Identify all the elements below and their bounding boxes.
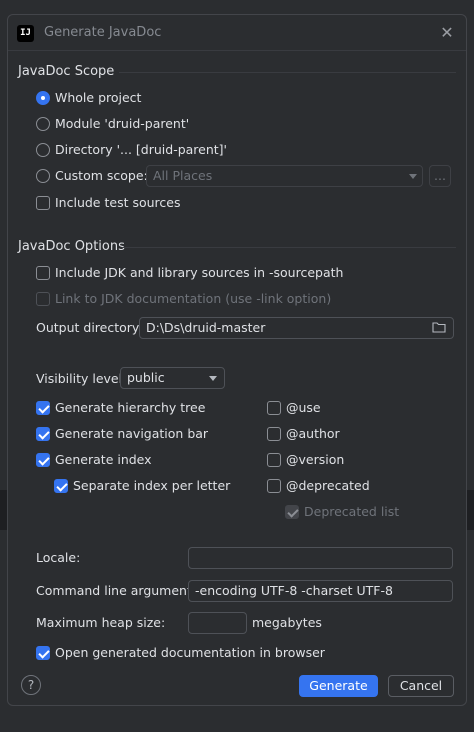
radio-module[interactable] <box>36 117 50 131</box>
use-tag-label[interactable]: @use <box>286 400 321 415</box>
generate-hierarchy-tree-checkbox[interactable] <box>36 401 50 415</box>
generate-button[interactable]: Generate <box>299 675 378 697</box>
chevron-down-icon <box>209 376 217 381</box>
custom-scope-value: All Places <box>153 168 213 183</box>
options-section-title: JavaDoc Options <box>18 239 125 254</box>
use-tag-checkbox[interactable] <box>267 401 281 415</box>
generate-navigation-bar-label[interactable]: Generate navigation bar <box>55 426 208 441</box>
version-tag-label[interactable]: @version <box>286 452 344 467</box>
visibility-level-value: public <box>127 370 165 385</box>
custom-scope-label[interactable]: Custom scope: <box>55 168 148 183</box>
window-title: Generate JavaDoc <box>44 25 162 40</box>
command-line-arguments-label: Command line arguments: <box>36 583 203 598</box>
deprecated-tag-checkbox[interactable] <box>267 479 281 493</box>
custom-scope-browse-button[interactable]: ... <box>429 165 451 187</box>
scope-section-title: JavaDoc Scope <box>18 64 115 79</box>
include-test-sources-label[interactable]: Include test sources <box>55 195 180 210</box>
module-label[interactable]: Module 'druid-parent' <box>55 116 189 131</box>
custom-scope-select[interactable]: All Places <box>146 165 423 187</box>
generate-javadoc-dialog: IJ Generate JavaDoc ✕ JavaDoc Scope Whol… <box>7 14 467 706</box>
whole-project-label[interactable]: Whole project <box>55 90 141 105</box>
visibility-level-label: Visibility level: <box>36 371 127 386</box>
scope-divider <box>119 72 456 73</box>
deprecated-tag-label[interactable]: @deprecated <box>286 478 370 493</box>
close-icon[interactable]: ✕ <box>438 24 456 42</box>
options-divider <box>122 247 456 248</box>
author-tag-checkbox[interactable] <box>267 427 281 441</box>
separate-index-checkbox[interactable] <box>54 479 68 493</box>
generate-hierarchy-tree-label[interactable]: Generate hierarchy tree <box>55 400 205 415</box>
include-test-sources-checkbox[interactable] <box>36 196 50 210</box>
radio-whole-project[interactable] <box>36 91 50 105</box>
locale-input[interactable] <box>188 547 453 569</box>
cancel-button[interactable]: Cancel <box>388 675 454 697</box>
generate-navigation-bar-checkbox[interactable] <box>36 427 50 441</box>
generate-index-label[interactable]: Generate index <box>55 452 152 467</box>
max-heap-size-input[interactable] <box>188 612 247 634</box>
version-tag-checkbox[interactable] <box>267 453 281 467</box>
command-line-arguments-input[interactable]: -encoding UTF-8 -charset UTF-8 <box>188 580 453 602</box>
open-in-browser-label[interactable]: Open generated documentation in browser <box>55 645 325 660</box>
link-jdk-checkbox[interactable] <box>36 292 50 306</box>
folder-icon[interactable] <box>432 321 446 333</box>
open-in-browser-checkbox[interactable] <box>36 646 50 660</box>
chevron-down-icon <box>409 174 417 179</box>
max-heap-size-label: Maximum heap size: <box>36 615 166 630</box>
link-jdk-label: Link to JDK documentation (use -link opt… <box>55 291 332 306</box>
help-icon[interactable]: ? <box>21 675 41 695</box>
output-directory-value: D:\Ds\druid-master <box>146 320 266 335</box>
deprecated-list-checkbox[interactable] <box>285 505 299 519</box>
intellij-app-icon: IJ <box>17 25 34 42</box>
output-directory-label: Output directory: <box>36 320 143 335</box>
title-bar: IJ Generate JavaDoc ✕ <box>8 15 466 51</box>
separate-index-label[interactable]: Separate index per letter <box>73 478 230 493</box>
deprecated-list-label: Deprecated list <box>304 504 400 519</box>
heap-unit-label: megabytes <box>252 615 322 630</box>
include-jdk-checkbox[interactable] <box>36 266 50 280</box>
ellipsis-label: ... <box>434 168 446 183</box>
command-line-arguments-value: -encoding UTF-8 -charset UTF-8 <box>195 583 393 598</box>
directory-label[interactable]: Directory '... [druid-parent]' <box>55 142 227 157</box>
output-directory-field[interactable]: D:\Ds\druid-master <box>139 317 454 339</box>
radio-custom-scope[interactable] <box>36 169 50 183</box>
generate-index-checkbox[interactable] <box>36 453 50 467</box>
locale-label: Locale: <box>36 550 81 565</box>
include-jdk-label[interactable]: Include JDK and library sources in -sour… <box>55 265 343 280</box>
author-tag-label[interactable]: @author <box>286 426 340 441</box>
radio-directory[interactable] <box>36 143 50 157</box>
